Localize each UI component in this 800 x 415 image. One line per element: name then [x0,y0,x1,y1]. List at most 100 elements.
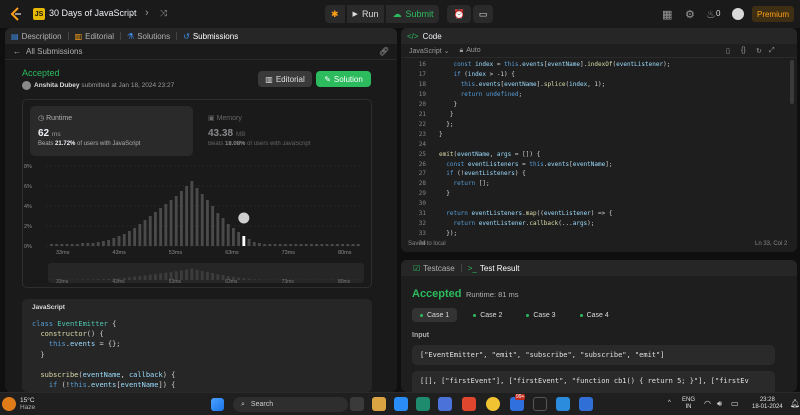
bar[interactable] [289,244,293,246]
bar[interactable] [102,241,105,246]
brave-icon[interactable] [462,397,476,411]
next-problem-icon[interactable]: › [145,7,149,19]
bar[interactable] [91,243,95,246]
bar[interactable] [237,232,241,246]
reset-icon[interactable]: ↻ [756,47,762,55]
bar[interactable] [174,196,178,246]
bar[interactable] [195,188,199,246]
braces-icon[interactable]: {} [741,47,746,54]
shuffle-icon[interactable]: ⤨ [160,8,167,19]
teams-icon[interactable]: 99+ [510,394,526,411]
bar[interactable] [60,244,64,246]
leetcode-logo-icon[interactable] [10,7,22,21]
bar[interactable] [117,236,121,246]
bar[interactable] [356,244,360,246]
debug-button[interactable]: ✱ [325,5,345,23]
bar[interactable] [247,239,251,246]
vscode-icon[interactable] [556,397,570,411]
link-icon[interactable]: 🔗︎ [379,47,389,56]
notes-button[interactable]: ▭ [472,5,494,23]
bar[interactable] [232,228,235,246]
bar[interactable] [169,200,173,246]
bar[interactable] [70,244,74,246]
submitted-code[interactable]: class EventEmitter { constructor() { thi… [32,319,175,390]
bar[interactable] [154,212,157,246]
bar[interactable] [268,244,272,246]
bar[interactable] [211,206,215,246]
bar[interactable] [336,244,339,246]
clock[interactable]: 23:28 18-01-2024 [752,397,783,411]
editor-code[interactable]: const index = this.events[eventName].ind… [439,60,670,239]
bar[interactable] [143,220,147,246]
bar[interactable] [96,242,100,246]
highlighted-bar[interactable] [242,236,246,246]
language-indicator[interactable]: ENG IN [682,397,695,411]
case-tab-3[interactable]: Case 3 [518,308,563,322]
word-icon[interactable] [579,397,593,411]
bar[interactable] [138,224,142,246]
bar[interactable] [294,244,298,246]
tab-test-result[interactable]: >_ Test Result [462,260,526,276]
bar[interactable] [206,200,209,246]
wifi-icon[interactable]: ◠ [704,400,711,408]
solution-button[interactable]: ✎ Solution [316,71,371,87]
bar[interactable] [122,234,126,246]
bar[interactable] [299,244,303,246]
bar[interactable] [112,238,116,246]
editor-scrollbar[interactable] [790,60,794,104]
auto-mode[interactable]: Auto [466,47,480,54]
prev-problem-icon[interactable]: ‹ [129,7,133,19]
problem-list-title[interactable]: 30 Days of JavaScript [49,8,137,18]
bar[interactable] [128,231,131,246]
bar[interactable] [216,213,220,246]
bar[interactable] [107,240,111,246]
bar[interactable] [346,244,350,246]
tab-testcase[interactable]: ☑ Testcase [407,260,461,276]
battery-icon[interactable]: ▭ [731,400,739,408]
bar[interactable] [325,244,329,246]
problem-list-badge[interactable]: JS [33,8,45,20]
edge-icon[interactable] [416,397,430,411]
task-view-icon[interactable] [350,397,364,411]
weather-icon[interactable] [2,397,16,411]
bar[interactable] [50,244,53,246]
expand-icon[interactable]: ⤢ [769,47,775,55]
bar[interactable] [190,181,194,246]
bar[interactable] [304,244,308,246]
bar[interactable] [65,244,69,246]
bookmark-icon[interactable]: ▯ [726,47,730,55]
bar[interactable] [252,242,256,246]
bar[interactable] [330,244,334,246]
case-tab-1[interactable]: Case 1 [412,308,458,322]
chrome-icon[interactable] [486,397,500,411]
bar[interactable] [320,244,324,246]
taskbar-search[interactable]: ⌕ Search [233,397,348,412]
memory-value[interactable]: 43.38 MB [208,128,246,139]
chevron-up-icon[interactable]: ^ [668,400,671,407]
input-box-1[interactable]: ["EventEmitter", "emit", "subscribe", "s… [412,345,775,365]
tab-editorial[interactable]: ▥ Editorial [69,28,120,44]
tab-description[interactable]: ▤ Description [5,28,68,44]
bar[interactable] [221,218,225,246]
back-arrow-icon[interactable]: ← [13,47,21,56]
bar[interactable] [159,208,163,246]
file-explorer-icon[interactable] [372,397,386,411]
premium-button[interactable]: Premium [752,6,794,22]
input-box-2[interactable]: [[], ["firstEvent"], ["firstEvent", "fun… [412,371,775,392]
submit-button[interactable]: ☁ Submit [386,5,440,23]
weather-widget[interactable]: 15°C Haze [20,397,35,411]
user-avatar[interactable] [732,8,744,20]
case-tab-2[interactable]: Case 2 [465,308,510,322]
bar[interactable] [133,228,137,246]
tab-solutions[interactable]: ⚗ Solutions [121,28,176,44]
bar[interactable] [258,243,261,246]
bar[interactable] [148,216,152,246]
speaker-icon[interactable]: 🔊︎ [717,400,722,408]
bar[interactable] [180,191,183,246]
bar[interactable] [263,244,267,246]
editorial-button[interactable]: ▥ Editorial [258,71,312,87]
windows-start-icon[interactable] [211,398,224,411]
bar[interactable] [284,244,287,246]
bar[interactable] [81,243,85,246]
bar[interactable] [76,244,79,246]
